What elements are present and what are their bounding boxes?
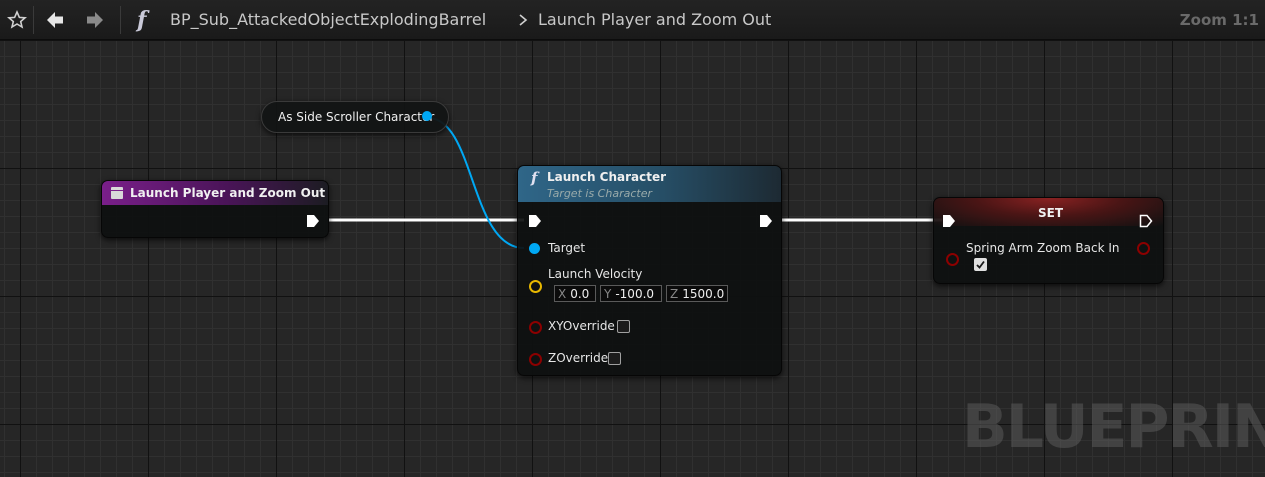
xy-override-label: XYOverride <box>548 319 615 333</box>
xy-override-pin[interactable] <box>529 321 542 334</box>
velocity-z-field[interactable]: Z 1500.0 <box>666 285 728 302</box>
launch-velocity-label: Launch Velocity <box>548 267 643 281</box>
launch-exec-in-pin[interactable] <box>528 214 542 228</box>
cast-output-pin[interactable] <box>422 111 432 121</box>
velocity-x-field[interactable]: X 0.0 <box>554 285 596 302</box>
function-icon: f <box>529 169 543 191</box>
set-exec-out-pin[interactable] <box>1139 214 1153 228</box>
svg-text:f: f <box>530 169 540 187</box>
launch-character-title: Launch Character <box>547 170 667 184</box>
z-override-label: ZOverride <box>548 351 609 365</box>
function-entry-title: Launch Player and Zoom Out <box>130 186 326 200</box>
set-node-title: SET <box>1038 206 1064 220</box>
launch-exec-out-pin[interactable] <box>759 214 773 228</box>
function-entry-icon <box>111 187 123 199</box>
cast-node[interactable]: As Side Scroller Character <box>261 101 449 133</box>
checkmark-icon <box>976 260 985 269</box>
spring-arm-zoom-label: Spring Arm Zoom Back In <box>966 241 1120 255</box>
entry-exec-out-pin[interactable] <box>306 214 320 228</box>
xy-override-checkbox[interactable] <box>617 320 630 333</box>
z-override-pin[interactable] <box>529 353 542 366</box>
spring-arm-output-pin[interactable] <box>1137 242 1150 255</box>
cast-node-label: As Side Scroller Character <box>278 110 435 124</box>
blueprint-watermark: BLUEPRINT <box>962 392 1265 462</box>
launch-character-node[interactable]: f Launch Character Target is Character T… <box>517 165 782 376</box>
object-wire-cast-target <box>427 117 525 249</box>
launch-character-subtitle: Target is Character <box>547 187 652 200</box>
spring-arm-input-pin[interactable] <box>946 253 959 266</box>
set-variable-node[interactable]: SET Spring Arm Zoom Back In <box>933 197 1164 284</box>
z-override-checkbox[interactable] <box>608 352 621 365</box>
target-pin[interactable] <box>529 243 540 254</box>
set-exec-in-pin[interactable] <box>942 214 956 228</box>
function-entry-node[interactable]: Launch Player and Zoom Out <box>101 180 329 238</box>
target-pin-label: Target <box>548 241 586 255</box>
spring-arm-checkbox[interactable] <box>974 258 987 271</box>
launch-velocity-pin[interactable] <box>529 280 542 293</box>
velocity-y-field[interactable]: Y -100.0 <box>600 285 662 302</box>
